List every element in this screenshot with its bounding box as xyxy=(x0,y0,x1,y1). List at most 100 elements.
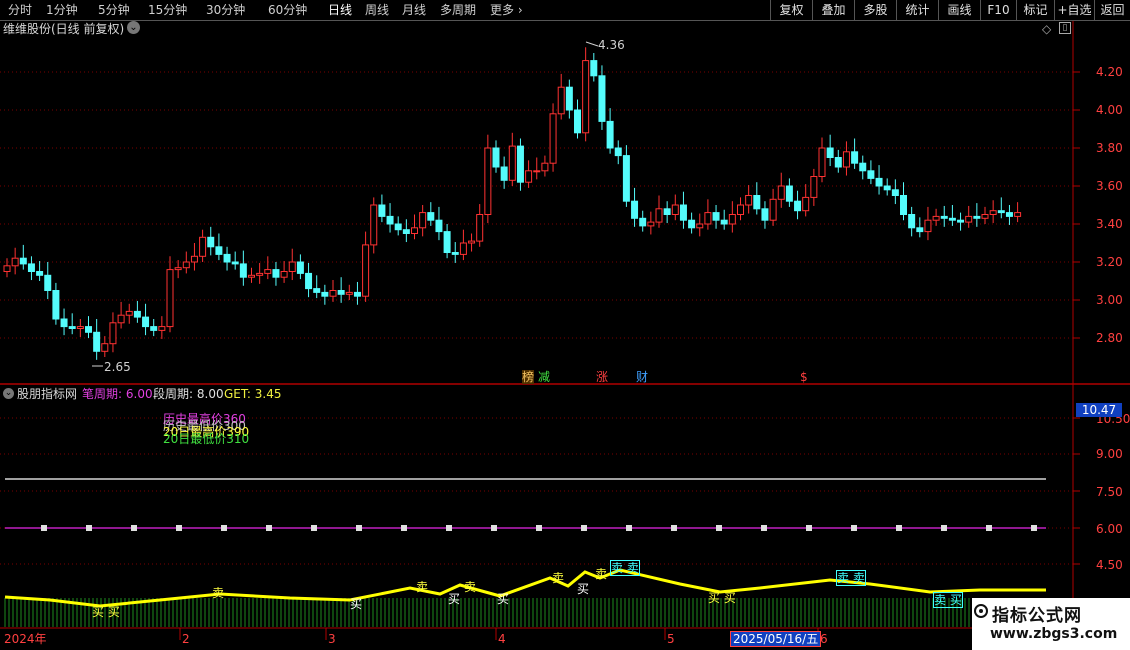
candlestick[interactable] xyxy=(125,303,133,324)
candlestick[interactable] xyxy=(199,229,207,262)
candlestick[interactable] xyxy=(215,233,223,261)
statistics-button[interactable]: 统计 xyxy=(896,0,938,20)
event-badge-rank[interactable]: 榜 xyxy=(522,370,535,384)
candlestick[interactable] xyxy=(761,201,769,229)
candlestick[interactable] xyxy=(68,313,76,335)
candlestick[interactable] xyxy=(565,79,573,119)
period-tab-15min[interactable]: 15分钟 xyxy=(148,0,187,20)
candlestick[interactable] xyxy=(622,145,630,207)
candlestick[interactable] xyxy=(891,179,899,205)
candlestick[interactable] xyxy=(720,209,728,230)
candlestick[interactable] xyxy=(679,191,687,229)
candlestick[interactable] xyxy=(989,200,997,224)
candlestick[interactable] xyxy=(52,282,60,325)
candlestick[interactable] xyxy=(606,108,614,154)
candlestick[interactable] xyxy=(386,203,394,233)
candlestick[interactable] xyxy=(1014,202,1022,223)
period-tab-monthly[interactable]: 月线 xyxy=(402,0,426,20)
candlestick[interactable] xyxy=(818,137,826,183)
candlestick[interactable] xyxy=(231,251,239,270)
candlestick[interactable] xyxy=(345,284,353,300)
candlestick[interactable] xyxy=(508,132,516,186)
candlestick[interactable] xyxy=(459,229,467,261)
candlestick[interactable] xyxy=(574,99,581,139)
candlestick[interactable] xyxy=(948,205,956,226)
candlestick[interactable] xyxy=(264,256,272,280)
candlestick[interactable] xyxy=(468,233,476,252)
candlestick[interactable] xyxy=(411,214,418,240)
candlestick[interactable] xyxy=(321,284,329,305)
candlestick[interactable] xyxy=(655,195,663,228)
candlestick[interactable] xyxy=(940,205,948,227)
candlestick[interactable] xyxy=(631,187,639,227)
candlestick[interactable] xyxy=(663,201,671,224)
candlestick[interactable] xyxy=(802,184,810,217)
f10-button[interactable]: F10 xyxy=(980,0,1016,20)
candlestick[interactable] xyxy=(549,103,557,172)
candlestick[interactable] xyxy=(133,300,141,323)
candlestick[interactable] xyxy=(688,212,696,234)
candlestick[interactable] xyxy=(207,226,215,256)
candlestick[interactable] xyxy=(305,262,313,298)
candlestick[interactable] xyxy=(451,242,459,263)
candlestick[interactable] xyxy=(525,160,533,188)
candlestick[interactable] xyxy=(223,246,231,271)
candlestick[interactable] xyxy=(924,206,932,241)
candlestick[interactable] xyxy=(737,197,744,221)
event-badge-finance[interactable]: 财 xyxy=(636,370,648,384)
diamond-icon[interactable]: ◇ xyxy=(1042,22,1051,36)
candlestick[interactable] xyxy=(166,256,174,333)
period-tab-more[interactable]: 更多 › xyxy=(490,0,523,20)
candlestick[interactable] xyxy=(296,254,304,280)
multi-stock-button[interactable]: 多股 xyxy=(854,0,896,20)
candlestick[interactable] xyxy=(272,262,280,286)
candlestick[interactable] xyxy=(516,138,524,191)
period-tab-60min[interactable]: 60分钟 xyxy=(268,0,307,20)
candlestick[interactable] xyxy=(745,185,753,214)
candlestick[interactable] xyxy=(142,303,150,336)
candlestick[interactable] xyxy=(27,256,35,281)
candlestick[interactable] xyxy=(908,206,916,237)
indicator-name[interactable]: 股朋指标网 xyxy=(17,387,77,401)
candlestick[interactable] xyxy=(696,213,704,237)
candlestick[interactable] xyxy=(794,190,802,220)
candlestick[interactable] xyxy=(3,258,11,278)
candlestick[interactable] xyxy=(239,250,247,286)
candlestick[interactable] xyxy=(842,141,850,176)
candlestick[interactable] xyxy=(598,65,606,130)
period-tab-weekly[interactable]: 周线 xyxy=(365,0,389,20)
candlestick[interactable] xyxy=(419,205,427,237)
period-tab-1min[interactable]: 1分钟 xyxy=(46,0,78,20)
candlestick[interactable] xyxy=(851,138,859,169)
period-tab-multi[interactable]: 多周期 xyxy=(440,0,476,20)
candlestick[interactable] xyxy=(182,251,190,274)
candlestick[interactable] xyxy=(916,217,924,238)
candlestick[interactable] xyxy=(280,261,288,283)
candlestick[interactable] xyxy=(158,316,166,339)
candlestick[interactable] xyxy=(36,261,44,281)
candlestick[interactable] xyxy=(753,182,761,215)
candlestick[interactable] xyxy=(834,149,842,173)
draw-line-button[interactable]: 画线 xyxy=(938,0,980,20)
candlestick[interactable] xyxy=(859,155,867,180)
candlestick[interactable] xyxy=(1005,205,1013,225)
candlestick[interactable] xyxy=(704,199,712,230)
candlestick[interactable] xyxy=(712,205,720,229)
event-badge-dollar[interactable]: $ xyxy=(800,370,808,384)
candlestick[interactable] xyxy=(288,248,296,281)
candlestick[interactable] xyxy=(435,206,443,241)
candlestick[interactable] xyxy=(785,178,793,207)
candlestick[interactable] xyxy=(101,336,109,357)
candlestick[interactable] xyxy=(484,134,492,224)
candlestick[interactable] xyxy=(965,205,973,228)
candlestick[interactable] xyxy=(614,140,622,165)
candlestick[interactable] xyxy=(671,194,679,221)
candlestick[interactable] xyxy=(60,308,68,336)
candlestick[interactable] xyxy=(639,210,647,232)
candlestick[interactable] xyxy=(150,319,158,337)
event-badge-limit-up[interactable]: 涨 xyxy=(596,370,608,384)
candlestick[interactable] xyxy=(883,178,891,196)
period-tab-fenshi[interactable]: 分时 xyxy=(8,0,32,20)
candlestick-series[interactable] xyxy=(3,41,1022,367)
period-tab-30min[interactable]: 30分钟 xyxy=(206,0,245,20)
